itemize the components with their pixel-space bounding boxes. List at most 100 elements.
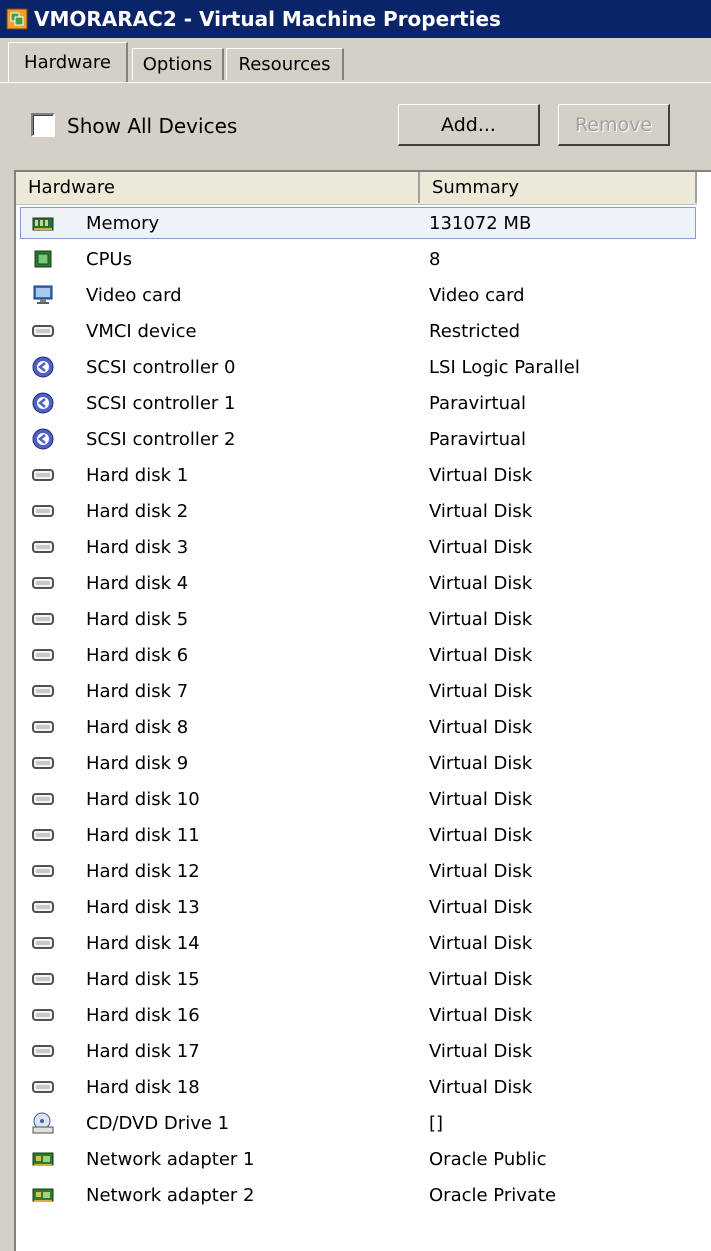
device-summary: Virtual Disk <box>429 897 533 918</box>
device-name: Hard disk 18 <box>86 1077 200 1098</box>
disk-icon <box>32 789 54 809</box>
disk-icon <box>32 933 54 953</box>
device-row[interactable]: Network adapter 1 Oracle Public <box>16 1141 697 1177</box>
device-row[interactable]: Hard disk 12 Virtual Disk <box>16 853 697 889</box>
device-row[interactable]: Video card Video card <box>16 277 697 313</box>
device-row[interactable]: Network adapter 2 Oracle Private <box>16 1177 697 1213</box>
tab-options[interactable]: Options <box>132 48 224 80</box>
device-row[interactable]: Hard disk 14 Virtual Disk <box>16 925 697 961</box>
device-row[interactable]: Hard disk 8 Virtual Disk <box>16 709 697 745</box>
device-row[interactable]: SCSI controller 2 Paravirtual <box>16 421 697 457</box>
device-name: Video card <box>86 285 182 306</box>
device-name: Hard disk 10 <box>86 789 200 810</box>
device-row[interactable]: Hard disk 3 Virtual Disk <box>16 529 697 565</box>
device-row[interactable]: Hard disk 17 Virtual Disk <box>16 1033 697 1069</box>
device-name: Hard disk 5 <box>86 609 189 630</box>
device-name: Hard disk 8 <box>86 717 189 738</box>
device-name: Memory <box>86 213 160 234</box>
monitor-icon <box>32 285 54 305</box>
title-bar[interactable]: VMORARAC2 - Virtual Machine Properties <box>0 0 711 38</box>
device-summary: Virtual Disk <box>429 501 533 522</box>
disk-icon <box>32 717 54 737</box>
column-header-label: Summary <box>432 177 519 198</box>
memory-icon <box>32 213 54 233</box>
device-name: Hard disk 14 <box>86 933 200 954</box>
disk-icon <box>32 825 54 845</box>
device-summary: 131072 MB <box>429 213 532 234</box>
device-name: Network adapter 2 <box>86 1185 255 1206</box>
tab-label: Options <box>142 54 213 75</box>
device-row[interactable]: Hard disk 18 Virtual Disk <box>16 1069 697 1105</box>
device-row[interactable]: VMCI device Restricted <box>16 313 697 349</box>
device-row[interactable]: Hard disk 5 Virtual Disk <box>16 601 697 637</box>
remove-button-label: Remove <box>574 113 653 136</box>
device-row[interactable]: Hard disk 7 Virtual Disk <box>16 673 697 709</box>
device-summary: Virtual Disk <box>429 861 533 882</box>
device-name: Hard disk 6 <box>86 645 189 666</box>
device-summary: Virtual Disk <box>429 681 533 702</box>
device-name: CPUs <box>86 249 132 270</box>
device-name: SCSI controller 1 <box>86 393 236 414</box>
disk-icon <box>32 501 54 521</box>
tab-divider <box>0 82 711 83</box>
device-row[interactable]: Hard disk 15 Virtual Disk <box>16 961 697 997</box>
device-name: Hard disk 15 <box>86 969 200 990</box>
tab-strip: Hardware Options Resources <box>0 40 711 84</box>
show-all-devices-label[interactable]: Show All Devices <box>67 114 237 138</box>
disk-icon <box>32 753 54 773</box>
device-name: Hard disk 2 <box>86 501 189 522</box>
disk-icon <box>32 897 54 917</box>
disk-icon <box>32 321 54 341</box>
device-name: SCSI controller 0 <box>86 357 236 378</box>
scsi-icon <box>32 428 54 450</box>
disk-icon <box>32 537 54 557</box>
device-row[interactable]: Hard disk 2 Virtual Disk <box>16 493 697 529</box>
remove-button[interactable]: Remove <box>558 104 670 146</box>
device-row[interactable]: Hard disk 1 Virtual Disk <box>16 457 697 493</box>
tab-label: Hardware <box>24 52 111 73</box>
device-row[interactable]: SCSI controller 0 LSI Logic Parallel <box>16 349 697 385</box>
show-all-devices-checkbox[interactable] <box>31 113 55 137</box>
tab-hardware[interactable]: Hardware <box>8 42 128 82</box>
disk-icon <box>32 465 54 485</box>
list-header: Hardware Summary <box>16 172 697 205</box>
device-summary: Virtual Disk <box>429 753 533 774</box>
device-row[interactable]: SCSI controller 1 Paravirtual <box>16 385 697 421</box>
device-row[interactable]: CPUs 8 <box>16 241 697 277</box>
hardware-list[interactable]: Hardware Summary Memory 131072 MB CPUs 8 Vid… <box>14 170 711 1251</box>
device-row[interactable]: Hard disk 11 Virtual Disk <box>16 817 697 853</box>
device-row[interactable]: Hard disk 4 Virtual Disk <box>16 565 697 601</box>
network-adapter-icon <box>32 1149 54 1169</box>
device-summary: Virtual Disk <box>429 1041 533 1062</box>
device-name: Hard disk 12 <box>86 861 200 882</box>
device-name: Hard disk 9 <box>86 753 189 774</box>
device-row[interactable]: CD/DVD Drive 1 [] <box>16 1105 697 1141</box>
device-row[interactable]: Hard disk 16 Virtual Disk <box>16 997 697 1033</box>
disk-icon <box>32 609 54 629</box>
device-row[interactable]: Hard disk 10 Virtual Disk <box>16 781 697 817</box>
device-summary: Paravirtual <box>429 393 527 414</box>
device-row[interactable]: Memory 131072 MB <box>16 205 697 241</box>
device-row[interactable]: Hard disk 6 Virtual Disk <box>16 637 697 673</box>
disk-icon <box>32 681 54 701</box>
device-summary: 8 <box>429 249 441 270</box>
column-header-summary[interactable]: Summary <box>420 172 697 203</box>
device-name: Hard disk 11 <box>86 825 200 846</box>
device-summary: Oracle Private <box>429 1185 557 1206</box>
device-row[interactable]: Hard disk 9 Virtual Disk <box>16 745 697 781</box>
device-name: Hard disk 3 <box>86 537 189 558</box>
device-row[interactable]: Hard disk 13 Virtual Disk <box>16 889 697 925</box>
device-name: SCSI controller 2 <box>86 429 236 450</box>
tab-resources[interactable]: Resources <box>226 48 344 80</box>
add-button[interactable]: Add... <box>398 104 540 146</box>
window-title: VMORARAC2 - Virtual Machine Properties <box>34 7 501 31</box>
device-name: Network adapter 1 <box>86 1149 255 1170</box>
disk-icon <box>32 573 54 593</box>
scsi-icon <box>32 356 54 378</box>
device-summary: Virtual Disk <box>429 465 533 486</box>
device-summary: Virtual Disk <box>429 1077 533 1098</box>
column-header-hardware[interactable]: Hardware <box>16 172 420 203</box>
network-adapter-icon <box>32 1185 54 1205</box>
add-button-label: Add... <box>441 113 496 136</box>
tab-label: Resources <box>238 54 331 75</box>
